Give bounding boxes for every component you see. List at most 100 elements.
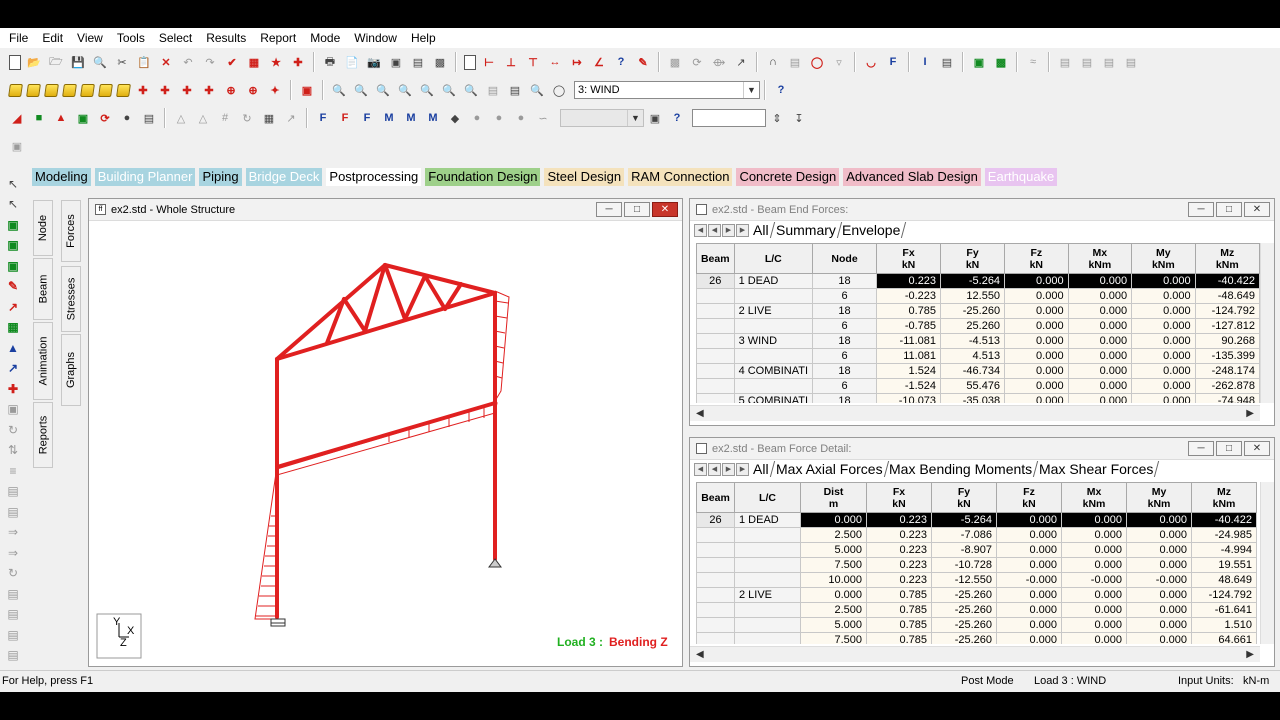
structure-canvas[interactable]: Y X Z Load 3 : Bending Z [89,221,682,666]
table-cell[interactable]: 2.500 [800,527,867,543]
table-row[interactable]: 3 WIND 18 -11.081 -4.513 0.000 0.000 0.000 90.2… [696,333,1260,349]
column-header[interactable]: Mz kNm [1191,482,1257,513]
table-cell[interactable]: 0.000 [1131,333,1196,349]
end-forces-minimize-button[interactable]: ─ [1188,202,1214,217]
table-cell[interactable]: -35.038 [940,393,1006,403]
table-cell[interactable]: 0.000 [996,617,1062,633]
table-cell[interactable] [696,393,735,403]
table-cell[interactable]: 64.661 [1191,632,1257,644]
tool-a-icon[interactable]: ↻ [4,421,22,439]
table-row[interactable]: 5 COMBINATI 18 -10.073 -35.038 0.000 0.000 0.0… [696,393,1260,403]
menu-window[interactable]: Window [347,28,404,48]
detail-maximize-button[interactable]: □ [1216,441,1242,456]
picture-icon[interactable]: ▩ [432,54,449,71]
help-icon[interactable]: ? [773,82,790,99]
zoom-extents-icon[interactable]: 🔍 [463,82,480,99]
new-file-icon[interactable] [8,54,21,70]
table-cell[interactable]: -262.878 [1194,378,1260,394]
table-cell[interactable]: 0.223 [876,273,942,289]
load-icon[interactable]: ▲ [53,110,70,127]
table-cell[interactable]: -61.641 [1191,602,1257,618]
table-cell[interactable]: -127.812 [1194,318,1260,334]
save-icon[interactable]: 💾 [70,54,87,71]
column-header[interactable]: Beam [696,243,735,274]
my-icon[interactable]: M [403,110,420,127]
table-cell[interactable]: 0.000 [1131,318,1196,334]
table-cell[interactable]: 0.000 [1004,348,1069,364]
menu-edit[interactable]: Edit [35,28,70,48]
table-cell[interactable]: 2 LIVE [733,303,814,319]
tab-node[interactable]: Node [33,200,53,256]
page-tab-5[interactable]: Foundation Design [425,168,541,186]
menu-report[interactable]: Report [253,28,303,48]
open-icon[interactable]: 🗁 [48,54,65,71]
zoom-in-icon[interactable]: 🔍 [375,82,392,99]
table-cell[interactable] [696,288,735,304]
undo-icon[interactable]: ↶ [180,54,197,71]
table-cell[interactable]: 1.524 [876,363,942,379]
last-icon[interactable]: ▶ [736,223,749,237]
tab-max-axial[interactable]: Max Axial Forces [770,461,889,477]
node-select-icon[interactable]: ▣ [4,216,22,234]
grid-icon[interactable]: ▦ [261,110,278,127]
table-cell[interactable]: -12.550 [931,572,997,588]
tab-reports[interactable]: Reports [33,402,53,468]
table-cell[interactable]: -135.399 [1194,348,1260,364]
zoom-all-icon[interactable]: 🔍 [441,82,458,99]
select-tool-icon[interactable]: ▩ [667,54,684,71]
plate-select-icon[interactable]: ▣ [4,257,22,275]
table-cell[interactable] [696,333,735,349]
table-cell[interactable]: -0.000 [1126,572,1192,588]
plate-icon[interactable]: ■ [31,110,48,127]
translate-tool-icon[interactable]: ⟴ [711,54,728,71]
mesh-icon[interactable]: ◯ [809,54,826,71]
column-header[interactable]: Beam [696,482,735,513]
tool-l-icon[interactable]: ▤ [4,646,22,664]
table-cell[interactable]: 0.000 [1067,273,1133,289]
table-cell[interactable]: -7.086 [931,527,997,543]
table-cell[interactable] [696,542,735,558]
table-cell[interactable]: 0.000 [1126,527,1192,543]
scale-chevron-icon[interactable]: ▼ [627,110,643,126]
table-row[interactable]: 2 LIVE 0.000 0.785 -25.260 0.000 0.000 0.000 -1… [696,587,1257,603]
table-cell[interactable]: 0.000 [1131,378,1196,394]
table-cell[interactable]: -46.734 [940,363,1006,379]
column-header[interactable]: L/C [733,243,814,274]
tab-forces[interactable]: Forces [61,200,81,262]
table-cell[interactable]: 0.000 [996,632,1062,644]
table-cell[interactable]: 0.000 [996,527,1062,543]
tab-max-bending[interactable]: Max Bending Moments [884,461,1039,477]
rotate-down-icon[interactable]: ✚ [157,82,174,99]
minimize-button[interactable]: ─ [596,202,622,217]
table-row[interactable]: 26 1 DEAD 0.000 0.223 -5.264 0.000 0.000 0.000-… [696,512,1257,528]
first-icon[interactable]: ◀ [694,223,707,237]
table-cell[interactable]: -0.000 [996,572,1062,588]
tool-d-icon[interactable]: ▤ [4,482,22,500]
whole-structure-icon[interactable]: ▣ [299,82,316,99]
lasso-icon[interactable]: ◯ [551,82,568,99]
table-cell[interactable]: 1.510 [1191,617,1257,633]
print-icon[interactable]: 🖶 [322,54,339,71]
table-cell[interactable]: 6 [812,348,878,364]
table-cell[interactable] [734,542,801,558]
table-cell[interactable]: 0.000 [1126,512,1192,528]
table-cell[interactable]: 0.000 [996,542,1062,558]
table-cell[interactable]: 0.000 [1061,602,1127,618]
table-cell[interactable] [733,288,814,304]
column-header[interactable]: Dist m [800,482,867,513]
detail-first-icon[interactable]: ◀ [694,462,707,476]
table-cell[interactable]: 0.000 [1067,333,1133,349]
table-cell[interactable]: 0.000 [1004,363,1069,379]
plate-stress-icon[interactable]: ● [513,110,530,127]
table-cell[interactable]: 0.000 [996,602,1062,618]
menu-select[interactable]: Select [152,28,199,48]
code-check-icon[interactable]: ▩ [993,54,1010,71]
detail-minimize-button[interactable]: ─ [1188,441,1214,456]
table-cell[interactable]: 0.000 [1131,303,1196,319]
redo-icon[interactable]: ↷ [202,54,219,71]
table-cell[interactable]: 0.000 [1061,587,1127,603]
maximize-button[interactable]: □ [624,202,650,217]
table-cell[interactable]: 0.000 [1126,602,1192,618]
table-cell[interactable]: 6 [812,288,878,304]
view-left-icon[interactable] [61,83,77,97]
